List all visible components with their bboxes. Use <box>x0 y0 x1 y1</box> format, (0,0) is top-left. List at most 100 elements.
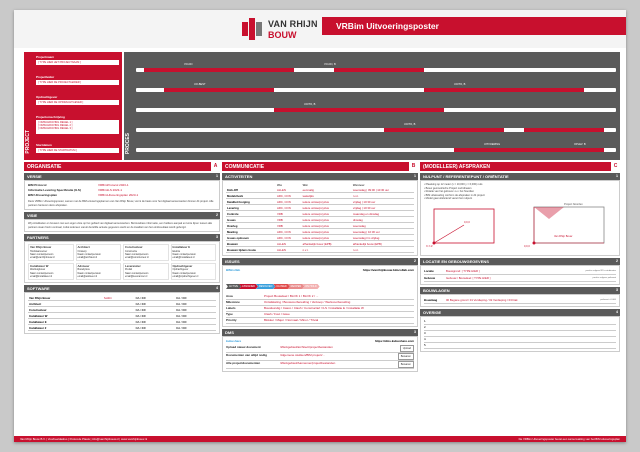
visie-text: Wij ontwikkelen en bouwen met een eigen … <box>28 222 213 229</box>
activiteiten-table: Wie Wat Wanneer Kick-Off ALLEN eenmalig woensd… <box>226 183 414 253</box>
phase-label: UO/TO, B <box>454 83 466 86</box>
locatie-box: Locatie Bouwgrond: [ TYPE HIER ] positie v… <box>420 264 620 285</box>
partner-mail[interactable]: email@vanrhijnbouw.nl <box>30 256 72 259</box>
timeline-segment <box>454 148 604 152</box>
diag-label-a: X-Y-Z <box>426 244 433 248</box>
dms-box: kubushare https://dms.kubushare.com Uplo… <box>222 336 418 372</box>
overige-box: 1. 2. 3. 4. 5. <box>420 315 620 352</box>
header: VAN RHIJN BOUW VRBim Uitvoeringsposter <box>14 10 626 48</box>
project-field-value[interactable]: [ TYPE HIER DE STARTDATUM ] <box>36 148 119 153</box>
issue-value: Bouwkundig / Casco / Clash / Constructie… <box>264 306 364 310</box>
partner-mail[interactable]: email@opdrachtgever.nl <box>173 275 215 278</box>
dms-row: Upload nieuw document/Werkgebied/archite… <box>226 345 414 353</box>
issue-row: Priority Blokker / Major / Normaal / Mino… <box>226 318 414 324</box>
dms-key: Upload nieuw document <box>226 345 261 349</box>
project-field: Startdatum[ TYPE HIER DE STARTDATUM ] <box>36 143 119 153</box>
versie-header: VERSIE 1 <box>24 173 220 180</box>
partner-mail[interactable]: email@adviseur.nl <box>78 275 120 278</box>
partner-mail[interactable]: email@installateur.nl <box>30 275 72 278</box>
phase-label: VO-DO <box>184 63 193 66</box>
dms-path: /Werkgebied/Aannemer/projectbestanden <box>280 361 336 365</box>
overige-header: OVERIGE 4 <box>420 308 620 316</box>
issue-status-pill: CLOSED <box>273 284 290 289</box>
issue-status-pill: ASSIGNED <box>239 284 258 289</box>
dms-row: Documenten van altijd nodig/Algemene stu… <box>226 353 414 361</box>
software-cell: DA / IDF <box>134 324 176 331</box>
nulpunt-box: • Plaatsing op 12 meter (x = 10,000 y = … <box>420 180 620 256</box>
locatie-row: Gebouw Gebouw / Bouwdeel: [ TYPE HIER ] po… <box>424 275 616 282</box>
nulpunt-diagram: X-Y-Z 0,0,0 Project Noorden 0,0,0 Van Rh… <box>424 201 616 253</box>
dms-action-button[interactable]: Bewaren <box>397 353 414 360</box>
timeline-segment <box>274 108 444 112</box>
software-row: Installateur 2 DA / IDF DA / IDF <box>28 324 216 331</box>
dms-action-button[interactable]: Upload <box>399 345 414 352</box>
bouwlaag-row: Bouwlaag 00 Begane grond / 01 Verdieping … <box>424 297 616 304</box>
issue-value: Project Bouwdeel / BLOK 1 / BLOK 2 / ... <box>264 294 319 298</box>
partner-card: Opdrachtgever Opdrachtgever Naam contactpe… <box>170 263 216 280</box>
brand-name: VAN RHIJN <box>268 19 318 29</box>
diag-label-e: Van Rhijn Bouw <box>554 234 573 238</box>
footer-left: Van Rhijn Bouw B.V. | Voorbeeldadres | P… <box>20 437 148 441</box>
overige-item[interactable]: 5. <box>424 343 616 349</box>
timeline-segment <box>384 128 504 132</box>
dms-header: DMS 3 <box>222 329 418 336</box>
phase-label: VO-DO, B <box>324 63 336 66</box>
issue-value: Clash / Fout / Issue <box>264 312 290 316</box>
issue-status-pill: ACTIVE <box>226 284 242 289</box>
timeline-segment <box>164 88 274 92</box>
issue-key: Type <box>226 312 233 316</box>
diag-label-d: 0,0,0 <box>524 244 530 248</box>
partner-mail[interactable]: email@leverancier.nl <box>125 275 167 278</box>
phase-label: UO-BEST <box>194 83 206 86</box>
partners-header: PARTNERS 3 <box>24 234 220 242</box>
locatie-row-value: Gebouw / Bouwdeel: [ TYPE HIER ] <box>446 275 491 280</box>
locatie-header: LOCATIE EN GEBOUWGEGEVENS 2 <box>420 257 620 265</box>
locatie-row-key: Locatie <box>424 268 434 273</box>
bouwlagen-box: Bouwlaag 00 Begane grond / 01 Verdieping … <box>420 293 620 307</box>
software-cell: Installateur 2 <box>28 324 103 331</box>
project-field-value[interactable]: [ OMSCHRIJVING REGEL 1 ] [ OMSCHRIJVING … <box>36 120 119 134</box>
dms-row: Alle projectdocumenten/Werkgebied/Aannem… <box>226 361 414 369</box>
diag-label-c: Project Noorden <box>564 202 583 206</box>
timeline-segment <box>524 128 604 132</box>
dms-action-button[interactable]: Bewaren <box>397 361 414 368</box>
footer: Van Rhijn Bouw B.V. | Voorbeeldadres | P… <box>14 436 626 442</box>
partner-card: Installateur W Werktuigbouw Naam contactpe… <box>28 263 74 280</box>
afspraken-header: (MODELLEER) AFSPRAKEN C <box>420 162 620 171</box>
locatie-row-key: Gebouw <box>424 275 436 280</box>
afspraken-column: (MODELLEER) AFSPRAKEN C NULPUNT / REFEREN… <box>420 162 620 352</box>
issues-url[interactable]: https://vanrhijnbouw.bimcollab.com <box>363 268 414 272</box>
project-field-value[interactable]: [ TYPE HIER HET PROJECTNAAM ] <box>36 60 119 65</box>
project-field-value[interactable]: [ TYPE HIER DE PROJECTLEIDER ] <box>36 80 119 85</box>
partner-card: Van Rhijn Bouw Hoofdaannemer Naam contactp… <box>28 244 74 262</box>
partner-mail[interactable]: email@installateur.nl <box>173 256 215 259</box>
versie-box: BIM Protocol VRBimProtocol 2023-1 Informat… <box>24 180 220 211</box>
issue-value: Blokker / Major / Normaal / Minor / Triv… <box>264 318 319 322</box>
project-field-value[interactable]: [ TYPE HIER DE OPDRACHTGEVER ] <box>36 100 119 105</box>
versie-row: BIM Uitvoeringsplan VRBimUitvoeringsplan … <box>28 193 216 198</box>
versie-text: Deze VRBim Uitvoeringsposter, samen met … <box>28 200 214 207</box>
project-field-label: Startdatum <box>36 143 52 147</box>
partner-mail[interactable]: email@architect.nl <box>78 256 120 259</box>
phase-label: UO/TO, B <box>304 103 316 106</box>
dms-url[interactable]: https://dms.kubushare.com <box>375 339 414 343</box>
poster: VAN RHIJN BOUW VRBim Uitvoeringsposter P… <box>14 10 626 442</box>
bouwlaag-row-value: 00 Begane grond / 01 Verdieping / 02 Ver… <box>446 297 518 302</box>
activiteit-when: n.v.t. <box>351 246 414 253</box>
software-table: Van Rhijn Bouw Solibri DA / IDF DA / IDF Arc… <box>28 295 216 331</box>
issues-header: ISSUES 2 <box>222 258 418 265</box>
partner-mail[interactable]: email@constructeur.nl <box>125 256 167 259</box>
activiteit-who: ALLEN <box>276 246 302 253</box>
activiteiten-header: ACTIVITEITEN 1 <box>222 173 418 180</box>
dms-key: Alle projectdocumenten <box>226 361 261 365</box>
issue-key: Priority <box>226 318 237 322</box>
locatie-row-value: Bouwgrond: [ TYPE HIER ] <box>446 268 480 273</box>
communicatie-header: COMMUNICATIE B <box>222 162 418 171</box>
brand-sub: BOUW <box>268 30 297 40</box>
locatie-row-note: positie volgens peilmaat <box>592 276 616 279</box>
issue-status-pill: ON HOLD <box>302 284 320 289</box>
communicatie-column: COMMUNICATIE B ACTIVITEITEN 1 Wie Wat Wannee… <box>222 162 418 372</box>
software-cell[interactable] <box>102 324 135 331</box>
nulpunt-header: NULPUNT / REFERENTIEPUNT / ORIËNTATIE 1 <box>420 173 620 180</box>
partner-card: Adviseur Bouwfysica Naam contactpersoon ema… <box>75 263 121 280</box>
